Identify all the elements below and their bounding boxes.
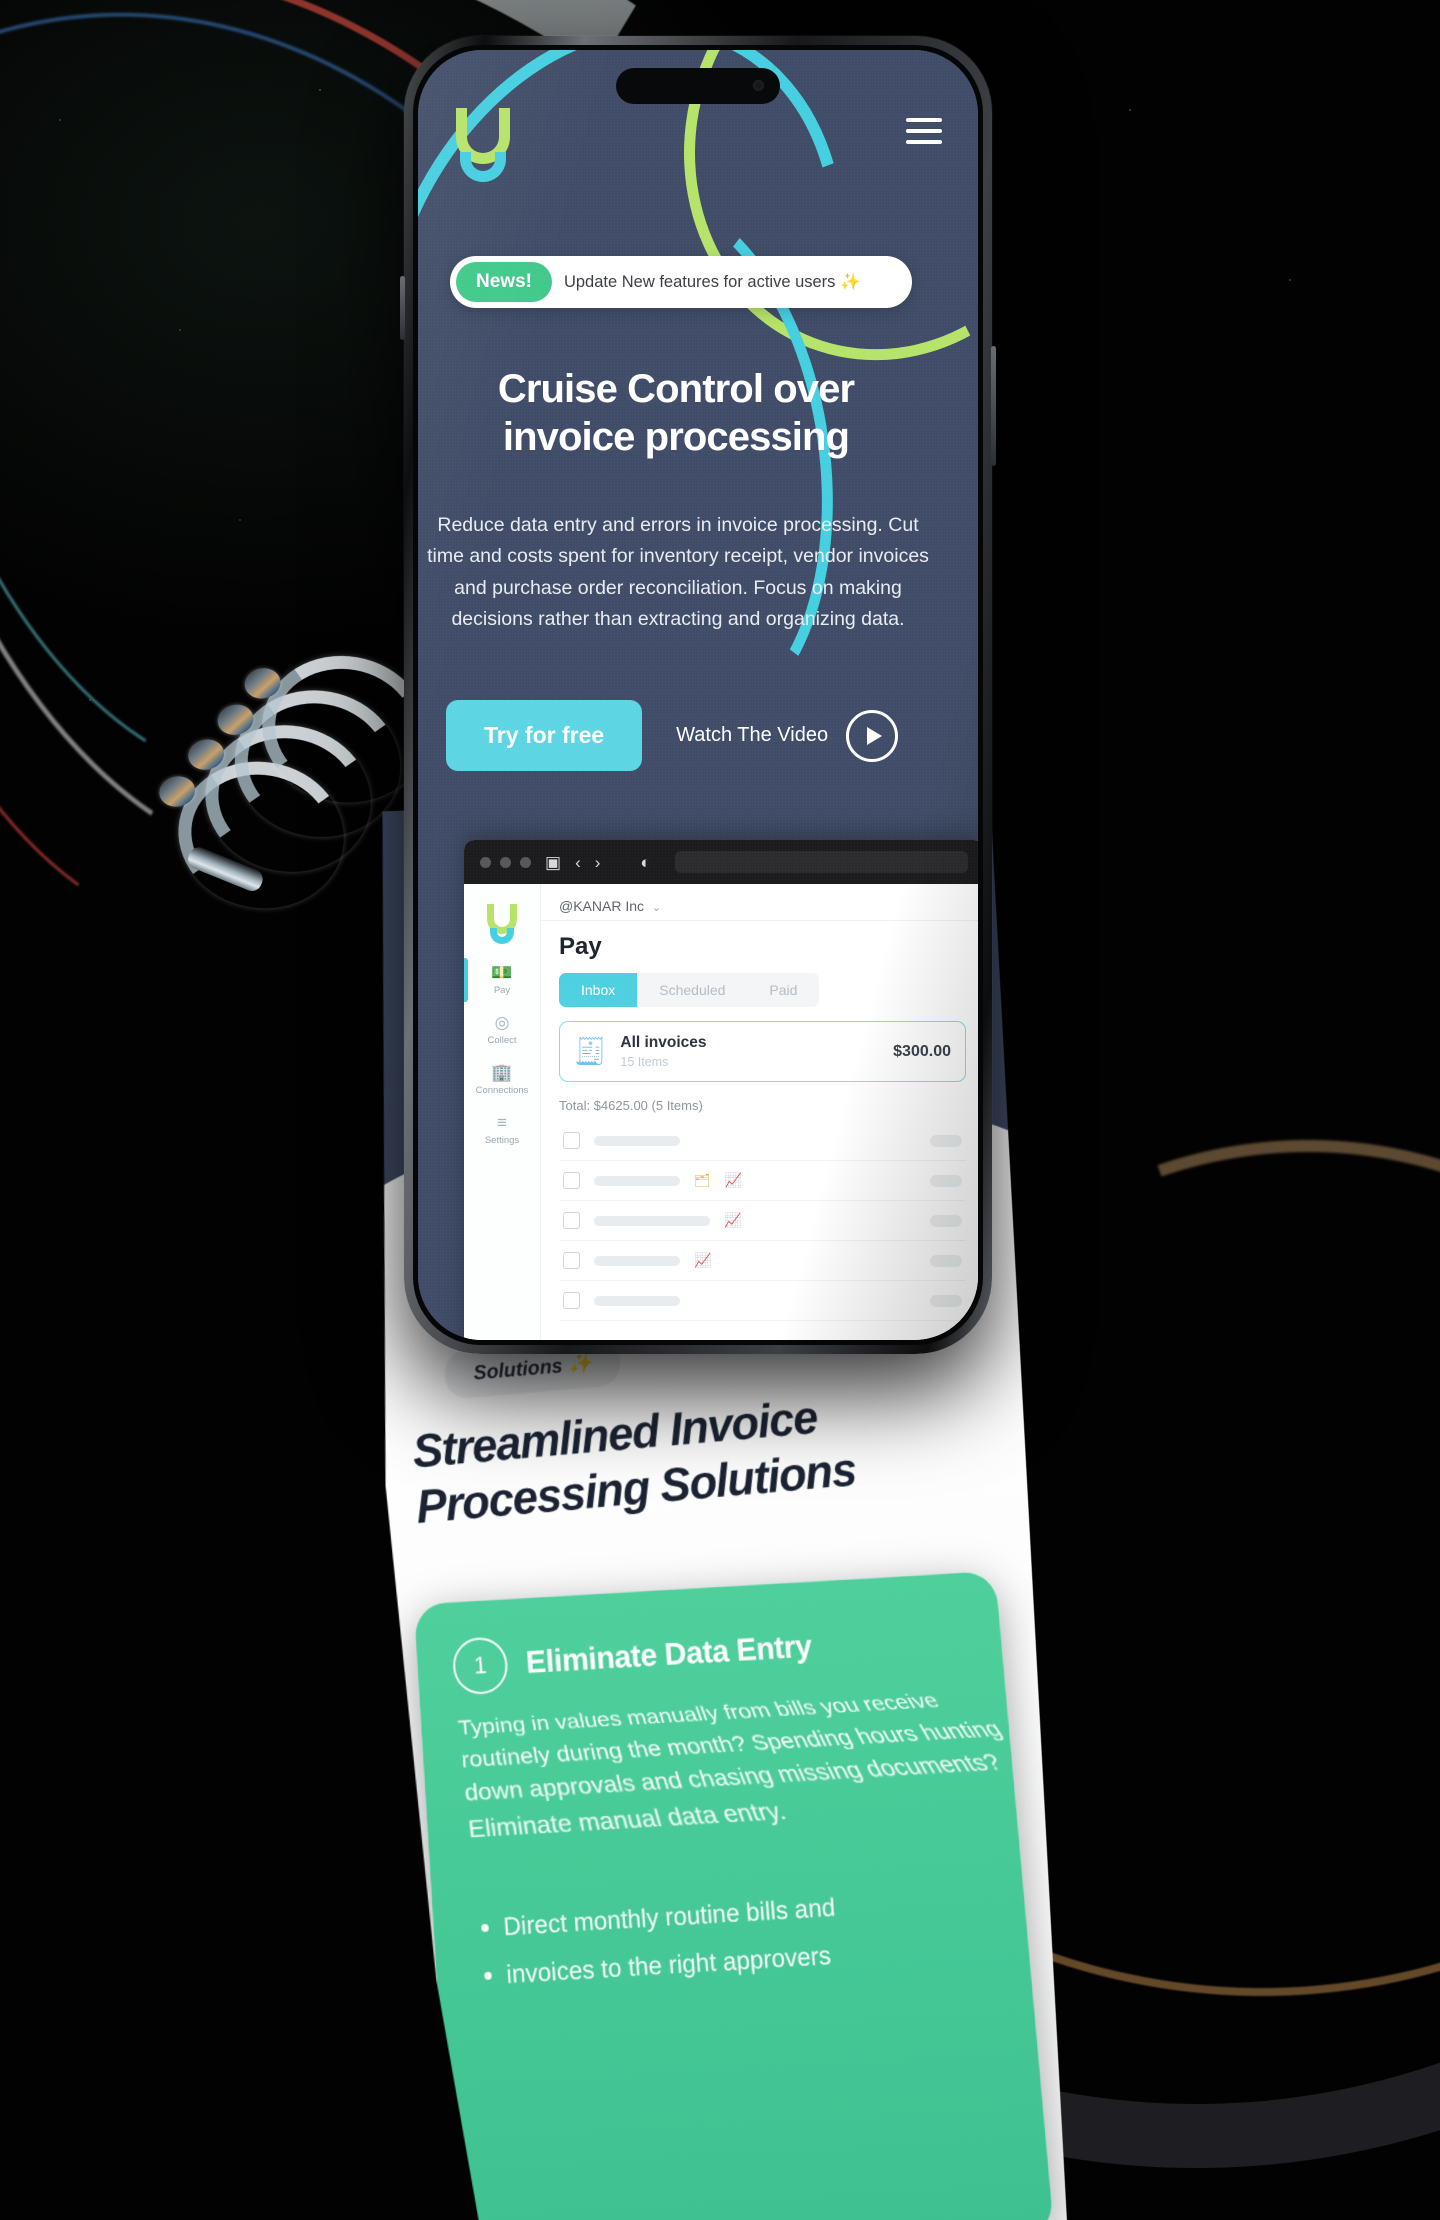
sidebar-item-collect[interactable]: ◎ Collect (464, 1014, 540, 1046)
pink-trend-icon: 📈 (694, 1252, 711, 1269)
sidebar-item-connections[interactable]: 🏢 Connections (464, 1064, 540, 1096)
table-row[interactable]: 📈 (559, 1201, 966, 1241)
news-banner[interactable]: News! Update New features for active use… (450, 256, 912, 308)
address-bar[interactable] (675, 851, 968, 873)
total-line: Total: $4625.00 (5 Items) (559, 1098, 966, 1113)
sidebar-item-settings[interactable]: ≡ Settings (464, 1114, 540, 1146)
solution-card-1: 1 Eliminate Data Entry Typing in values … (414, 1571, 1055, 2220)
card-name: All invoices (620, 1034, 706, 1051)
sidebar-item-label: Settings (464, 1135, 540, 1146)
divider (541, 920, 978, 921)
logo-lower-arc (460, 152, 506, 182)
sidebar-item-label: Connections (464, 1085, 540, 1096)
page-heading: Pay (559, 933, 966, 961)
app-main: @KANAR Inc ⌄ Pay Inbox Scheduled Paid 🧾 … (541, 884, 978, 1340)
row-status-pill (930, 1135, 962, 1147)
row-checkbox[interactable] (563, 1172, 580, 1189)
phone-notch (616, 68, 780, 104)
u-smile-logo[interactable] (452, 108, 514, 186)
table-row[interactable]: 📈 (559, 1241, 966, 1281)
account-name: @KANAR Inc (559, 898, 644, 914)
sidebar-item-label: Pay (464, 985, 540, 996)
chevron-down-icon: ⌄ (652, 902, 661, 914)
tab-paid[interactable]: Paid (747, 973, 819, 1007)
phone-device: News! Update New features for active use… (404, 36, 992, 1354)
row-checkbox[interactable] (563, 1132, 580, 1149)
front-camera-icon (753, 80, 764, 91)
chevron-right-icon[interactable]: › (595, 854, 601, 871)
traffic-lights[interactable] (480, 857, 531, 868)
privacy-shield-icon[interactable]: ◐ (640, 854, 650, 871)
solution-card-body: Typing in values manually from bills you… (419, 1664, 1054, 1851)
solution-card-number: 1 (451, 1636, 509, 1695)
hamburger-menu-icon[interactable] (906, 118, 942, 144)
play-circle-icon[interactable] (846, 710, 898, 762)
pink-trend-icon: 📈 (725, 1172, 742, 1189)
page-root: ☰ Pay ⌕ Inbox Scheduled Paid ▤ All invoi… (0, 0, 1440, 2220)
try-for-free-button[interactable]: Try for free (446, 700, 642, 771)
table-row[interactable] (559, 1121, 966, 1161)
u-smile-logo-small (485, 904, 519, 946)
cta-row: Try for free Watch The Video (446, 700, 916, 771)
pay-cash-icon: 💵 (464, 964, 540, 981)
row-status-pill (930, 1215, 962, 1227)
invoice-document-icon: 🧾 (574, 1036, 606, 1067)
row-checkbox[interactable] (563, 1292, 580, 1309)
sidebar-item-label: Collect (464, 1035, 540, 1046)
tab-scheduled[interactable]: Scheduled (637, 973, 747, 1007)
browser-chrome: ▣ ‹ › ◐ (464, 840, 978, 884)
watch-video-button[interactable]: Watch The Video (676, 710, 898, 762)
pink-trend-icon: 📈 (724, 1212, 741, 1229)
hero-section: News! Update New features for active use… (418, 50, 978, 1340)
sidebar-item-pay[interactable]: 💵 Pay (464, 964, 540, 996)
table-row[interactable]: 🗂 📈 (559, 1161, 966, 1201)
page-title: Cruise Control over invoice processing (446, 365, 906, 461)
collect-coins-icon: ◎ (464, 1014, 540, 1031)
row-checkbox[interactable] (563, 1212, 580, 1229)
row-status-pill (930, 1295, 962, 1307)
row-checkbox[interactable] (563, 1252, 580, 1269)
tab-bar: Inbox Scheduled Paid (559, 973, 819, 1007)
solution-card-bullets: Direct monthly routine bills and invoice… (431, 1848, 1030, 1997)
row-status-pill (930, 1255, 962, 1267)
watch-video-label: Watch The Video (676, 724, 828, 747)
news-badge: News! (456, 262, 552, 302)
app-sidebar: 💵 Pay ◎ Collect 🏢 Connections ≡ Settings (464, 884, 541, 1340)
news-text: Update New features for active users ✨ (564, 273, 861, 292)
phone-screen: News! Update New features for active use… (418, 50, 978, 1340)
sidebar-toggle-icon[interactable]: ▣ (545, 854, 561, 871)
solution-card-title: Eliminate Data Entry (525, 1629, 813, 1681)
connections-building-icon: 🏢 (464, 1064, 540, 1081)
settings-sliders-icon: ≡ (464, 1114, 540, 1131)
all-invoices-card[interactable]: 🧾 All invoices 15 Items $300.00 (559, 1021, 966, 1082)
card-amount: $300.00 (893, 1043, 951, 1061)
volume-button[interactable] (400, 276, 405, 340)
hero-subcopy: Reduce data entry and errors in invoice … (424, 510, 932, 636)
chevron-left-icon[interactable]: ‹ (575, 854, 581, 871)
tab-inbox[interactable]: Inbox (559, 973, 637, 1007)
row-status-pill (930, 1175, 962, 1187)
browser-mockup: ▣ ‹ › ◐ 💵 Pay ◎ Collect 🏢 Connections ≡ … (464, 840, 978, 1340)
yellow-card-icon: 🗂 (694, 1173, 711, 1189)
account-switcher[interactable]: @KANAR Inc ⌄ (559, 898, 966, 914)
power-button[interactable] (991, 346, 996, 466)
table-row[interactable] (559, 1281, 966, 1321)
card-items: 15 Items (620, 1055, 706, 1069)
